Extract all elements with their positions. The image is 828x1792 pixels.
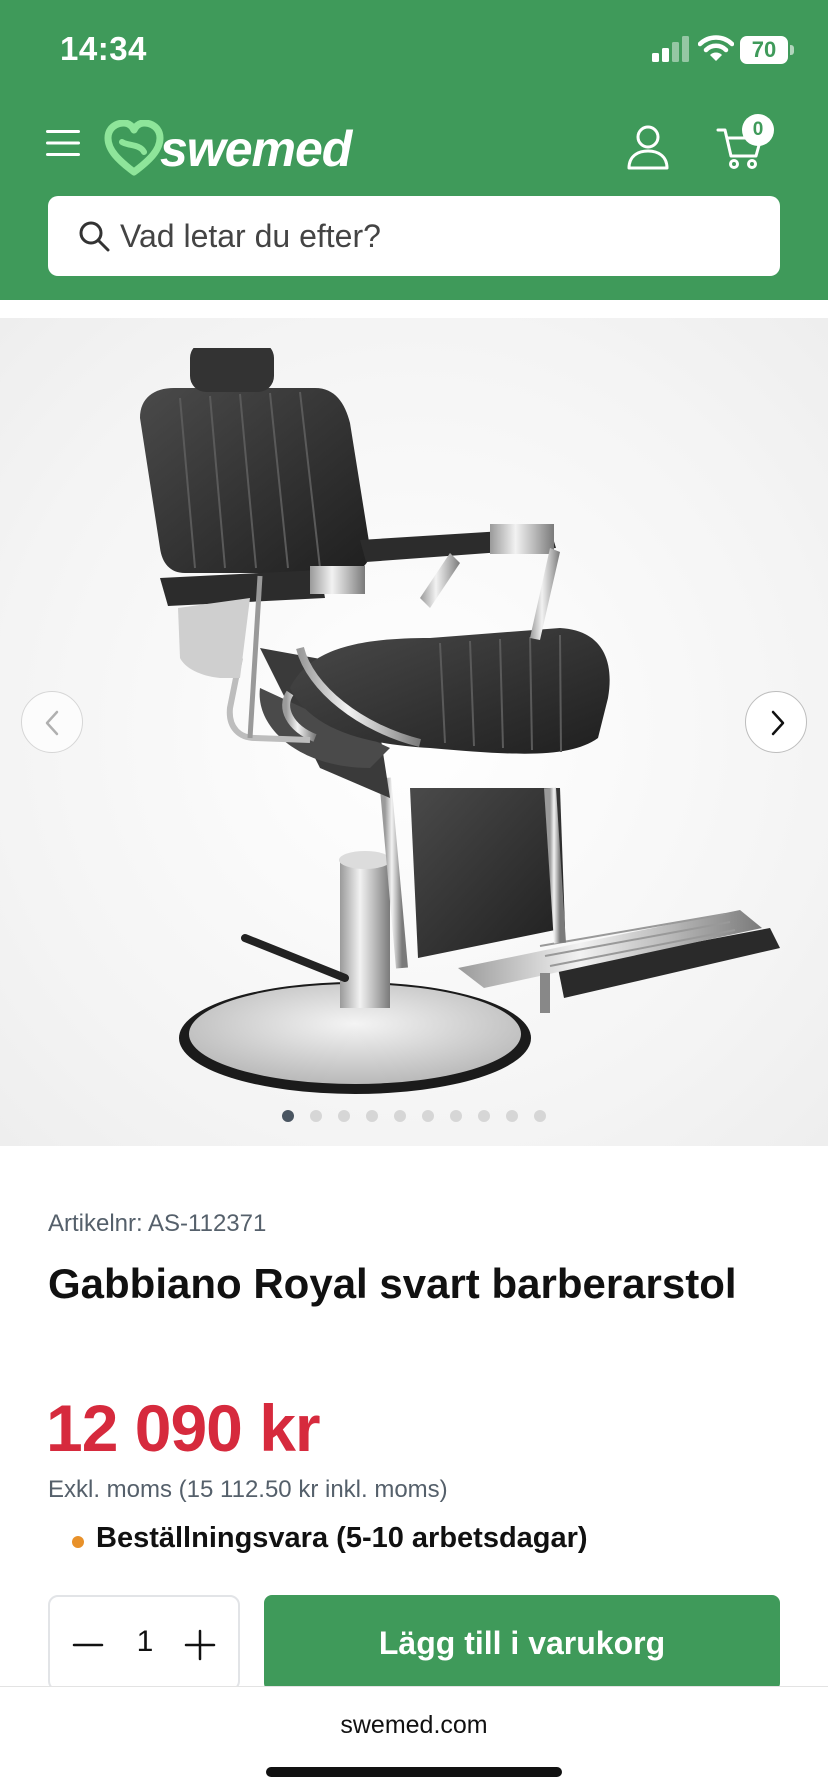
product-title: Gabbiano Royal svart barberarstol — [48, 1260, 737, 1307]
nav-bar: swemed 0 — [0, 110, 828, 190]
search-icon — [79, 221, 110, 252]
add-to-cart-button[interactable]: Lägg till i varukorg — [264, 1595, 780, 1691]
product-image-gallery[interactable] — [0, 318, 828, 1146]
chevron-left-icon — [45, 710, 59, 736]
menu-icon[interactable] — [46, 128, 80, 158]
quantity-value[interactable]: 1 — [130, 1625, 160, 1659]
battery-level: 70 — [740, 36, 788, 64]
heart-logo-icon — [104, 120, 164, 176]
browser-url[interactable]: swemed.com — [0, 1711, 828, 1740]
gallery-dot[interactable] — [534, 1110, 546, 1122]
gallery-dot[interactable] — [310, 1110, 322, 1122]
gallery-dot[interactable] — [394, 1110, 406, 1122]
product-price: 12 090 kr — [46, 1391, 321, 1465]
gallery-dot[interactable] — [478, 1110, 490, 1122]
gallery-next-button[interactable] — [745, 691, 807, 753]
chevron-right-icon — [771, 710, 785, 736]
gallery-dot[interactable] — [506, 1110, 518, 1122]
availability-dot-icon — [72, 1536, 84, 1548]
plus-icon[interactable] — [184, 1629, 216, 1661]
product-image-barber-chair — [140, 348, 780, 1094]
minus-icon[interactable] — [72, 1629, 104, 1661]
price-vat-note: Exkl. moms (15 112.50 kr inkl. moms) — [48, 1476, 448, 1503]
status-bar: 14:34 70 — [0, 0, 828, 100]
availability-label: Beställningsvara (5-10 arbetsdagar) — [96, 1522, 588, 1554]
home-indicator[interactable] — [266, 1767, 562, 1777]
site-header: 14:34 70 swemed 0 Vad letar du efter? — [0, 0, 828, 300]
brand-logo[interactable]: swemed — [104, 116, 374, 177]
gallery-prev-button[interactable] — [21, 691, 83, 753]
article-number: Artikelnr: AS-112371 — [48, 1210, 267, 1237]
gallery-dot[interactable] — [338, 1110, 350, 1122]
battery-icon: 70 — [740, 36, 794, 64]
account-icon[interactable] — [626, 124, 670, 170]
browser-address-bar: swemed.com — [0, 1686, 828, 1792]
search-input[interactable] — [120, 196, 760, 276]
quantity-stepper: 1 — [48, 1595, 240, 1691]
gallery-pagination — [280, 1108, 560, 1124]
gallery-dot[interactable] — [366, 1110, 378, 1122]
status-time: 14:34 — [60, 30, 147, 67]
cellular-signal-icon — [652, 36, 689, 62]
gallery-dot[interactable] — [282, 1110, 294, 1122]
gallery-dot[interactable] — [422, 1110, 434, 1122]
brand-name: swemed — [160, 121, 352, 177]
wifi-icon — [698, 35, 734, 61]
search-bar[interactable] — [48, 196, 780, 276]
gallery-dot[interactable] — [450, 1110, 462, 1122]
cart-count-badge: 0 — [742, 114, 774, 146]
